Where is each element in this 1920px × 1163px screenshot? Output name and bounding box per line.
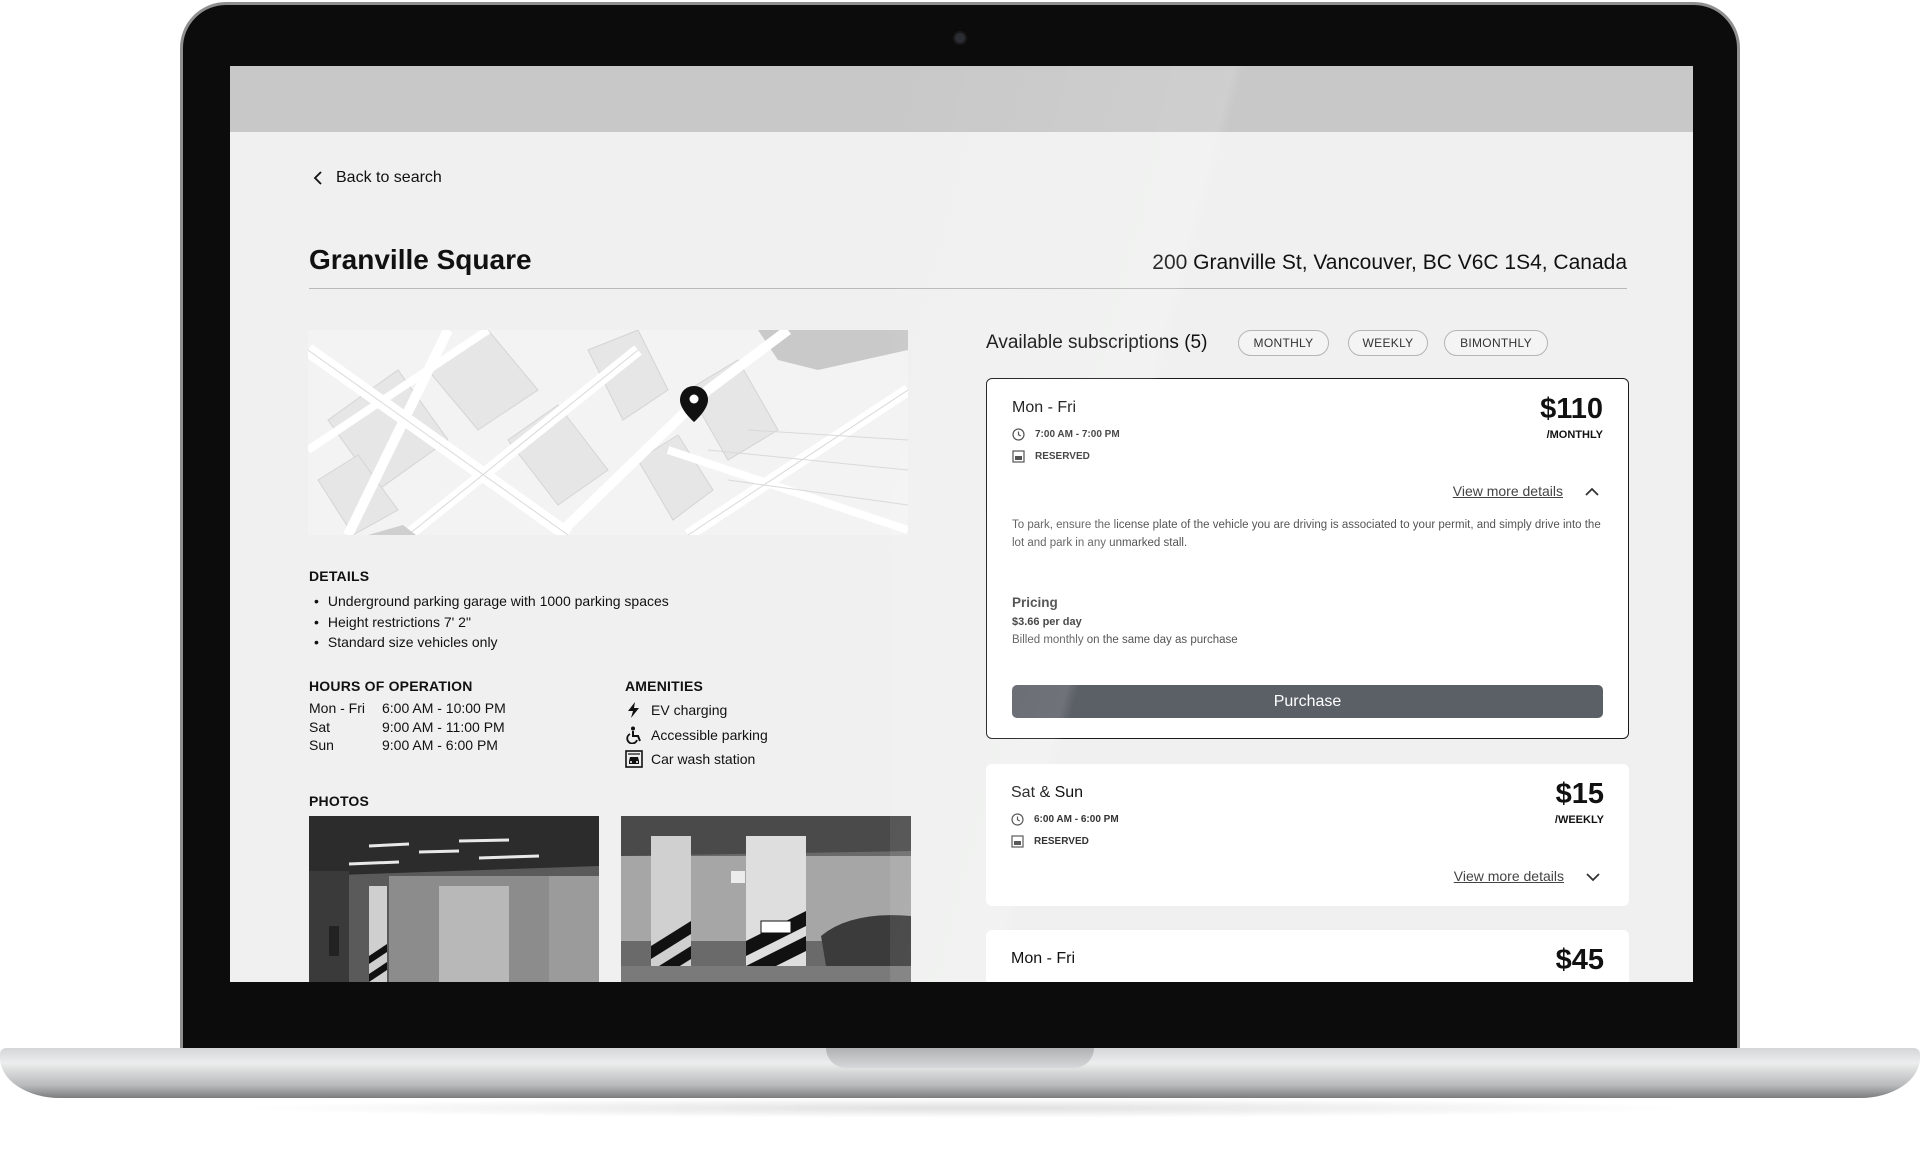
screen: Back to search Granville Square 200 Gran…: [230, 66, 1693, 982]
subscription-price: $15: [1555, 778, 1604, 810]
garage-icon: [1011, 835, 1024, 848]
subscription-card[interactable]: Mon - Fri $45: [986, 930, 1629, 982]
amenity-label: Accessible parking: [651, 726, 768, 743]
hours-row: Sat 9:00 AM - 11:00 PM: [309, 718, 506, 737]
clock-icon: [1011, 813, 1024, 826]
camera-dot: [953, 31, 967, 45]
subscription-hours: 6:00 AM - 6:00 PM: [1011, 813, 1119, 826]
photo-thumbnail[interactable]: [309, 816, 599, 982]
billing-note: Billed monthly on the same day as purcha…: [1012, 634, 1238, 646]
hours-row: Mon - Fri 6:00 AM - 10:00 PM: [309, 699, 506, 718]
browser-bar: [230, 66, 1693, 132]
hours-row: Sun 9:00 AM - 6:00 PM: [309, 736, 506, 755]
amenity-item: EV charging: [625, 698, 768, 723]
chevron-left-icon: [313, 171, 322, 185]
subscription-days: Sat & Sun: [1011, 784, 1084, 801]
car-wash-icon: [625, 750, 643, 769]
chevron-up-icon[interactable]: [1584, 486, 1600, 498]
amenity-item: Accessible parking: [625, 723, 768, 748]
subscription-card[interactable]: Sat & Sun 6:00 AM - 6:00 PM RESERVED $15…: [986, 764, 1629, 906]
photo-thumbnail[interactable]: [621, 816, 911, 982]
laptop-notch: [826, 1048, 1094, 1068]
garage-icon: [1012, 450, 1025, 463]
amenities-heading: AMENITIES: [625, 678, 704, 694]
purchase-button[interactable]: Purchase: [1012, 685, 1603, 718]
details-item: Underground parking garage with 1000 par…: [314, 591, 669, 612]
lightning-icon: [628, 702, 639, 719]
hours-text: 6:00 AM - 6:00 PM: [1034, 814, 1119, 825]
hours-time: 9:00 AM - 11:00 PM: [382, 718, 505, 735]
hours-table: Mon - Fri 6:00 AM - 10:00 PM Sat 9:00 AM…: [309, 699, 506, 755]
type-text: RESERVED: [1034, 836, 1089, 847]
subscription-hours: 7:00 AM - 7:00 PM: [1012, 428, 1120, 441]
subscription-period: /MONTHLY: [1546, 429, 1603, 441]
hours-day: Mon - Fri: [309, 700, 365, 716]
garage-photo: [309, 816, 599, 982]
back-to-search-link[interactable]: Back to search: [312, 169, 442, 187]
hours-time: 9:00 AM - 6:00 PM: [382, 737, 498, 753]
subscription-price: $110: [1540, 393, 1603, 425]
wheelchair-icon: [626, 726, 641, 744]
details-heading: DETAILS: [309, 568, 370, 584]
clock-icon: [1012, 428, 1025, 441]
subscription-type: RESERVED: [1011, 835, 1089, 848]
chevron-down-icon[interactable]: [1585, 871, 1601, 883]
type-text: RESERVED: [1035, 451, 1090, 462]
filter-chip-bimonthly[interactable]: BIMONTHLY: [1444, 330, 1548, 356]
laptop-shadow: [230, 1098, 1700, 1118]
subscriptions-title: Available subscriptions (5): [986, 332, 1208, 353]
price-per-day: $3.66 per day: [1012, 616, 1082, 628]
hours-text: 7:00 AM - 7:00 PM: [1035, 429, 1120, 440]
hours-heading: HOURS OF OPERATION: [309, 678, 473, 694]
photos-heading: PHOTOS: [309, 793, 370, 809]
view-more-details-link[interactable]: View more details: [1453, 483, 1563, 499]
location-map[interactable]: [308, 330, 908, 535]
filter-chip-weekly[interactable]: WEEKLY: [1348, 330, 1428, 356]
subscription-days: Mon - Fri: [1012, 399, 1076, 416]
subscription-type: RESERVED: [1012, 450, 1090, 463]
garage-photo: [621, 816, 911, 982]
subscription-card[interactable]: Mon - Fri 7:00 AM - 7:00 PM RESERVED $11…: [986, 378, 1629, 739]
details-item: Standard size vehicles only: [314, 632, 669, 653]
subscription-price: $45: [1555, 944, 1604, 976]
amenity-label: EV charging: [651, 702, 728, 719]
pricing-heading: Pricing: [1012, 595, 1058, 610]
filter-chip-monthly[interactable]: MONTHLY: [1238, 330, 1329, 356]
details-list: Underground parking garage with 1000 par…: [314, 591, 669, 653]
subscription-description: To park, ensure the license plate of the…: [1012, 519, 1601, 549]
hours-time: 6:00 AM - 10:00 PM: [382, 700, 506, 716]
hours-day: Sat: [309, 718, 331, 735]
amenity-item: Car wash station: [625, 747, 768, 772]
amenities-list: EV charging Accessible parking Car wash …: [625, 698, 768, 772]
details-item: Height restrictions 7' 2": [314, 612, 669, 633]
subscription-period: /WEEKLY: [1554, 814, 1604, 826]
location-address: 200 Granville St, Vancouver, BC V6C 1S4,…: [1152, 251, 1627, 274]
subscription-days: Mon - Fri: [1011, 950, 1075, 967]
amenity-label: Car wash station: [651, 751, 756, 768]
header-divider: [309, 288, 1627, 289]
back-link-label: Back to search: [336, 169, 442, 186]
map-graphic: [308, 330, 908, 535]
view-more-details-link[interactable]: View more details: [1454, 868, 1564, 884]
location-title: Granville Square: [309, 244, 532, 275]
hours-day: Sun: [309, 737, 334, 753]
